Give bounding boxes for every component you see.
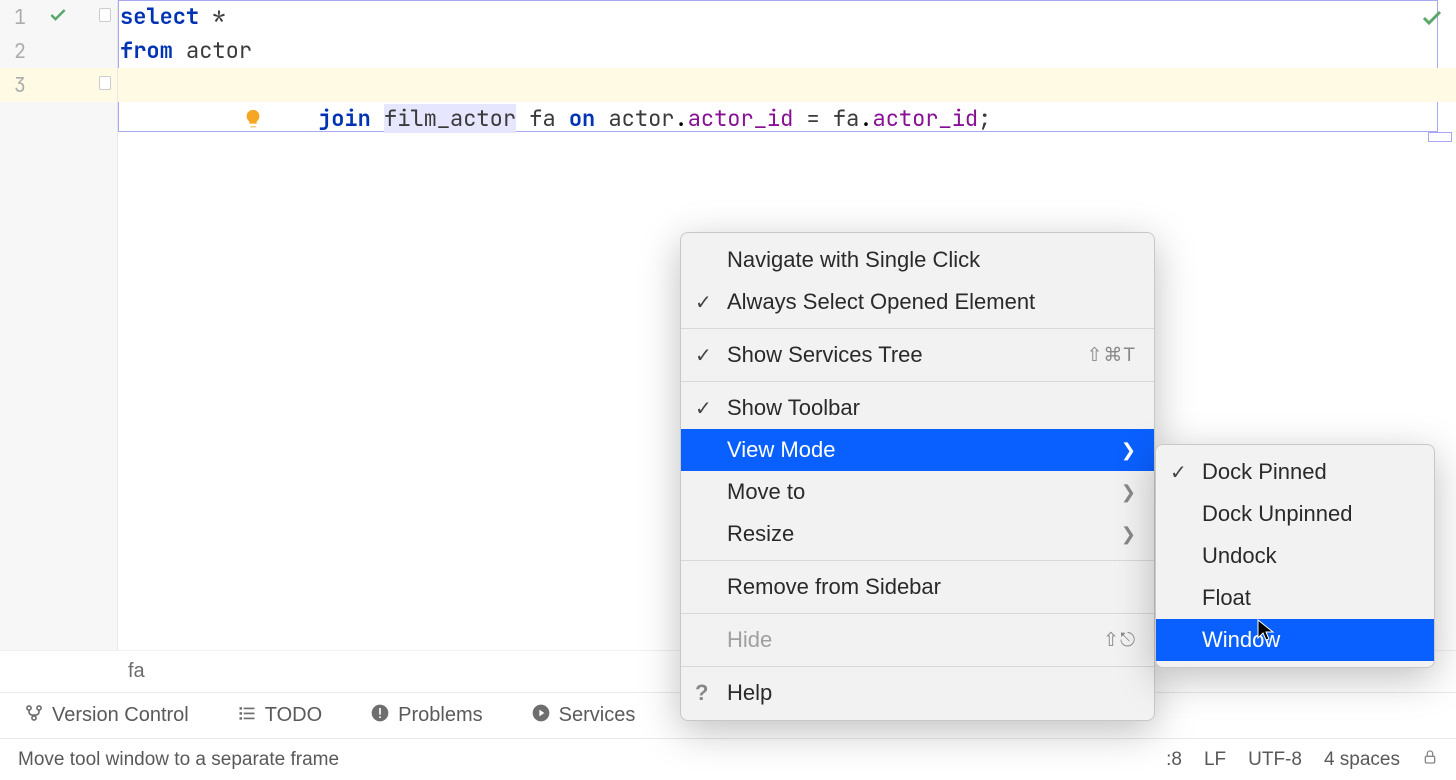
menu-label: View Mode — [727, 437, 835, 463]
column-actor-id-2: actor_id — [873, 104, 979, 133]
tool-window-todo[interactable]: TODO — [237, 703, 322, 729]
list-icon — [237, 703, 257, 729]
code-line-2[interactable]: from actor — [118, 34, 1456, 68]
line-number: 3 — [14, 72, 38, 98]
check-icon: ✓ — [1170, 460, 1187, 485]
fold-marker-icon[interactable] — [99, 76, 113, 90]
alias-fa-ref: fa — [833, 104, 859, 133]
menu-label: Show Services Tree — [727, 342, 923, 368]
menu-label: Move to — [727, 479, 805, 505]
menu-separator — [681, 328, 1154, 329]
code-line-3[interactable]: join film_actor fa on actor.actor_id = f… — [118, 68, 1456, 102]
menu-label: Hide — [727, 627, 772, 653]
menu-label: Window — [1202, 627, 1280, 653]
menu-item-navigate-single-click[interactable]: Navigate with Single Click — [681, 239, 1154, 281]
menu-item-resize[interactable]: Resize ❯ — [681, 513, 1154, 555]
keyword-from: from — [120, 36, 173, 65]
star: * — [199, 2, 225, 31]
menu-label: Dock Unpinned — [1202, 501, 1352, 527]
menu-item-hide[interactable]: Hide ⇧⎋ — [681, 619, 1154, 661]
status-hint: Move tool window to a separate frame — [18, 749, 339, 771]
menu-item-help[interactable]: ? Help — [681, 672, 1154, 714]
check-icon: ✓ — [695, 396, 712, 421]
keyword-join: join — [318, 104, 371, 133]
play-circle-icon — [531, 703, 551, 729]
table-actor: actor — [173, 36, 252, 65]
warning-circle-icon — [370, 703, 390, 729]
context-menu: Navigate with Single Click ✓ Always Sele… — [680, 232, 1155, 721]
fold-marker-icon[interactable] — [99, 8, 113, 22]
keyword-on: on — [569, 104, 595, 133]
menu-item-remove-sidebar[interactable]: Remove from Sidebar — [681, 566, 1154, 608]
chevron-right-icon: ❯ — [1121, 482, 1136, 503]
submenu-item-dock-pinned[interactable]: ✓ Dock Pinned — [1156, 451, 1434, 493]
status-bar: Move tool window to a separate frame :8 … — [0, 738, 1456, 780]
menu-label: Dock Pinned — [1202, 459, 1327, 485]
keyword-select: select — [120, 2, 199, 31]
menu-shortcut: ⇧⎋ — [1103, 629, 1136, 652]
chevron-right-icon: ❯ — [1121, 524, 1136, 545]
menu-label: Help — [727, 680, 772, 706]
menu-shortcut: ⇧⌘T — [1086, 344, 1136, 367]
gutter-line-1[interactable]: 1 — [0, 0, 117, 34]
tool-label: Version Control — [52, 704, 189, 727]
line-number: 2 — [14, 38, 38, 64]
breadcrumb-item[interactable]: fa — [128, 660, 145, 683]
menu-separator — [681, 666, 1154, 667]
tool-label: Services — [559, 704, 636, 727]
table-actor-ref: actor — [608, 104, 674, 133]
check-icon: ✓ — [695, 343, 712, 368]
menu-item-move-to[interactable]: Move to ❯ — [681, 471, 1154, 513]
submenu-item-float[interactable]: Float — [1156, 577, 1434, 619]
menu-label: Show Toolbar — [727, 395, 860, 421]
status-line-separator[interactable]: LF — [1204, 749, 1226, 771]
tool-window-version-control[interactable]: Version Control — [24, 703, 189, 729]
menu-label: Float — [1202, 585, 1251, 611]
menu-item-show-services-tree[interactable]: ✓ Show Services Tree ⇧⌘T — [681, 334, 1154, 376]
column-actor-id: actor_id — [688, 104, 794, 133]
tool-label: TODO — [265, 704, 322, 727]
submenu-item-undock[interactable]: Undock — [1156, 535, 1434, 577]
intention-bulb-icon[interactable] — [136, 72, 160, 96]
menu-item-show-toolbar[interactable]: ✓ Show Toolbar — [681, 387, 1154, 429]
menu-separator — [681, 613, 1154, 614]
status-indent[interactable]: 4 spaces — [1324, 749, 1400, 771]
view-mode-submenu: ✓ Dock Pinned Dock Unpinned Undock Float… — [1155, 444, 1435, 668]
menu-label: Undock — [1202, 543, 1277, 569]
menu-item-view-mode[interactable]: View Mode ❯ — [681, 429, 1154, 471]
gutter-line-3[interactable]: 3 — [0, 68, 117, 102]
tool-window-services[interactable]: Services — [531, 703, 636, 729]
inspection-ok-icon[interactable] — [1420, 6, 1444, 40]
help-icon: ? — [695, 680, 708, 706]
line-number: 1 — [14, 4, 38, 30]
check-icon: ✓ — [695, 290, 712, 315]
alias-fa: fa — [529, 104, 555, 133]
status-caret-position[interactable]: :8 — [1166, 749, 1182, 771]
menu-label: Remove from Sidebar — [727, 574, 941, 600]
check-icon — [48, 3, 68, 32]
gutter: 1 2 3 — [0, 0, 118, 650]
submenu-item-dock-unpinned[interactable]: Dock Unpinned — [1156, 493, 1434, 535]
branch-icon — [24, 703, 44, 729]
submenu-item-window[interactable]: Window — [1156, 619, 1434, 661]
menu-label: Navigate with Single Click — [727, 247, 980, 273]
tool-window-problems[interactable]: Problems — [370, 703, 482, 729]
status-encoding[interactable]: UTF-8 — [1248, 749, 1302, 771]
menu-separator — [681, 560, 1154, 561]
table-film-actor: film_actor — [384, 104, 516, 133]
menu-item-always-select-opened[interactable]: ✓ Always Select Opened Element — [681, 281, 1154, 323]
menu-separator — [681, 381, 1154, 382]
lock-icon[interactable] — [1422, 748, 1438, 771]
code-line-1[interactable]: select * — [118, 0, 1456, 34]
menu-label: Resize — [727, 521, 794, 547]
chevron-right-icon: ❯ — [1121, 440, 1136, 461]
menu-label: Always Select Opened Element — [727, 289, 1035, 315]
tool-label: Problems — [398, 704, 482, 727]
gutter-line-2[interactable]: 2 — [0, 34, 117, 68]
selection-handle — [1428, 132, 1452, 142]
